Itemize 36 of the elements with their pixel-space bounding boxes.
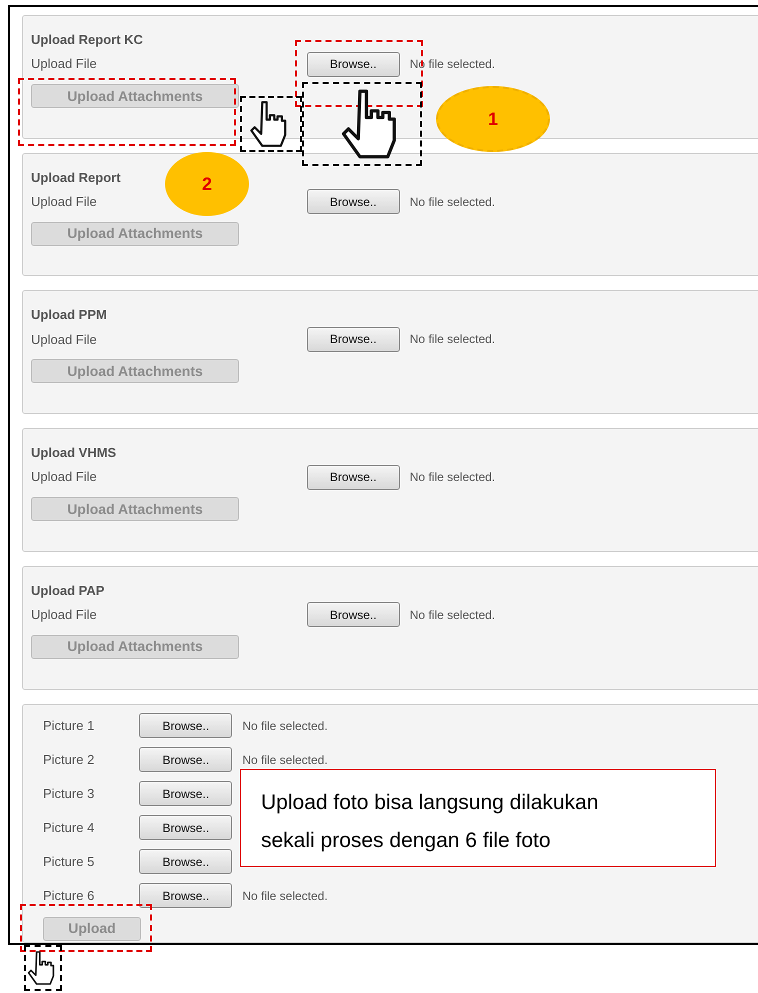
field-label: Upload File — [31, 606, 97, 624]
file-status: No file selected. — [410, 194, 496, 211]
file-status: No file selected. — [410, 331, 496, 348]
field-label: Picture 5 — [43, 852, 94, 871]
file-status: No file selected. — [242, 718, 328, 735]
browse-button[interactable]: Browse.. — [139, 815, 232, 840]
callout-note: Upload foto bisa langsung dilakukan sekali proses dengan 6 file foto — [240, 769, 716, 867]
browse-button[interactable]: Browse.. — [139, 781, 232, 806]
section-title: Upload PPM — [31, 306, 107, 324]
field-label: Upload File — [31, 55, 97, 74]
browse-button[interactable]: Browse.. — [306, 189, 400, 214]
field-label: Picture 4 — [43, 818, 94, 837]
section-title: Upload PAP — [31, 582, 104, 600]
file-status: No file selected. — [410, 606, 496, 624]
field-label: Picture 6 — [43, 886, 94, 905]
browse-button[interactable]: Browse.. — [306, 464, 400, 490]
browse-button[interactable]: Browse.. — [139, 883, 232, 908]
field-label: Upload File — [31, 468, 97, 486]
field-label: Picture 1 — [43, 716, 94, 735]
section-title: Upload VHMS — [31, 444, 116, 462]
file-status: No file selected. — [410, 56, 496, 73]
browse-button[interactable]: Browse.. — [306, 52, 400, 76]
file-status: No file selected. — [410, 469, 496, 486]
field-label: Upload File — [31, 192, 97, 211]
browse-button[interactable]: Browse.. — [306, 602, 400, 628]
browse-button[interactable]: Browse.. — [139, 747, 232, 772]
section-title: Upload Report — [31, 168, 121, 187]
browse-button[interactable]: Browse.. — [139, 849, 232, 874]
field-label: Upload File — [31, 330, 97, 349]
section-title: Upload Report KC — [31, 31, 143, 49]
browse-button[interactable]: Browse.. — [139, 713, 232, 738]
browse-button[interactable]: Browse.. — [306, 326, 400, 352]
field-label: Picture 3 — [43, 784, 94, 803]
file-status: No file selected. — [242, 888, 328, 905]
file-status: No file selected. — [242, 752, 328, 769]
field-label: Picture 2 — [43, 750, 94, 769]
